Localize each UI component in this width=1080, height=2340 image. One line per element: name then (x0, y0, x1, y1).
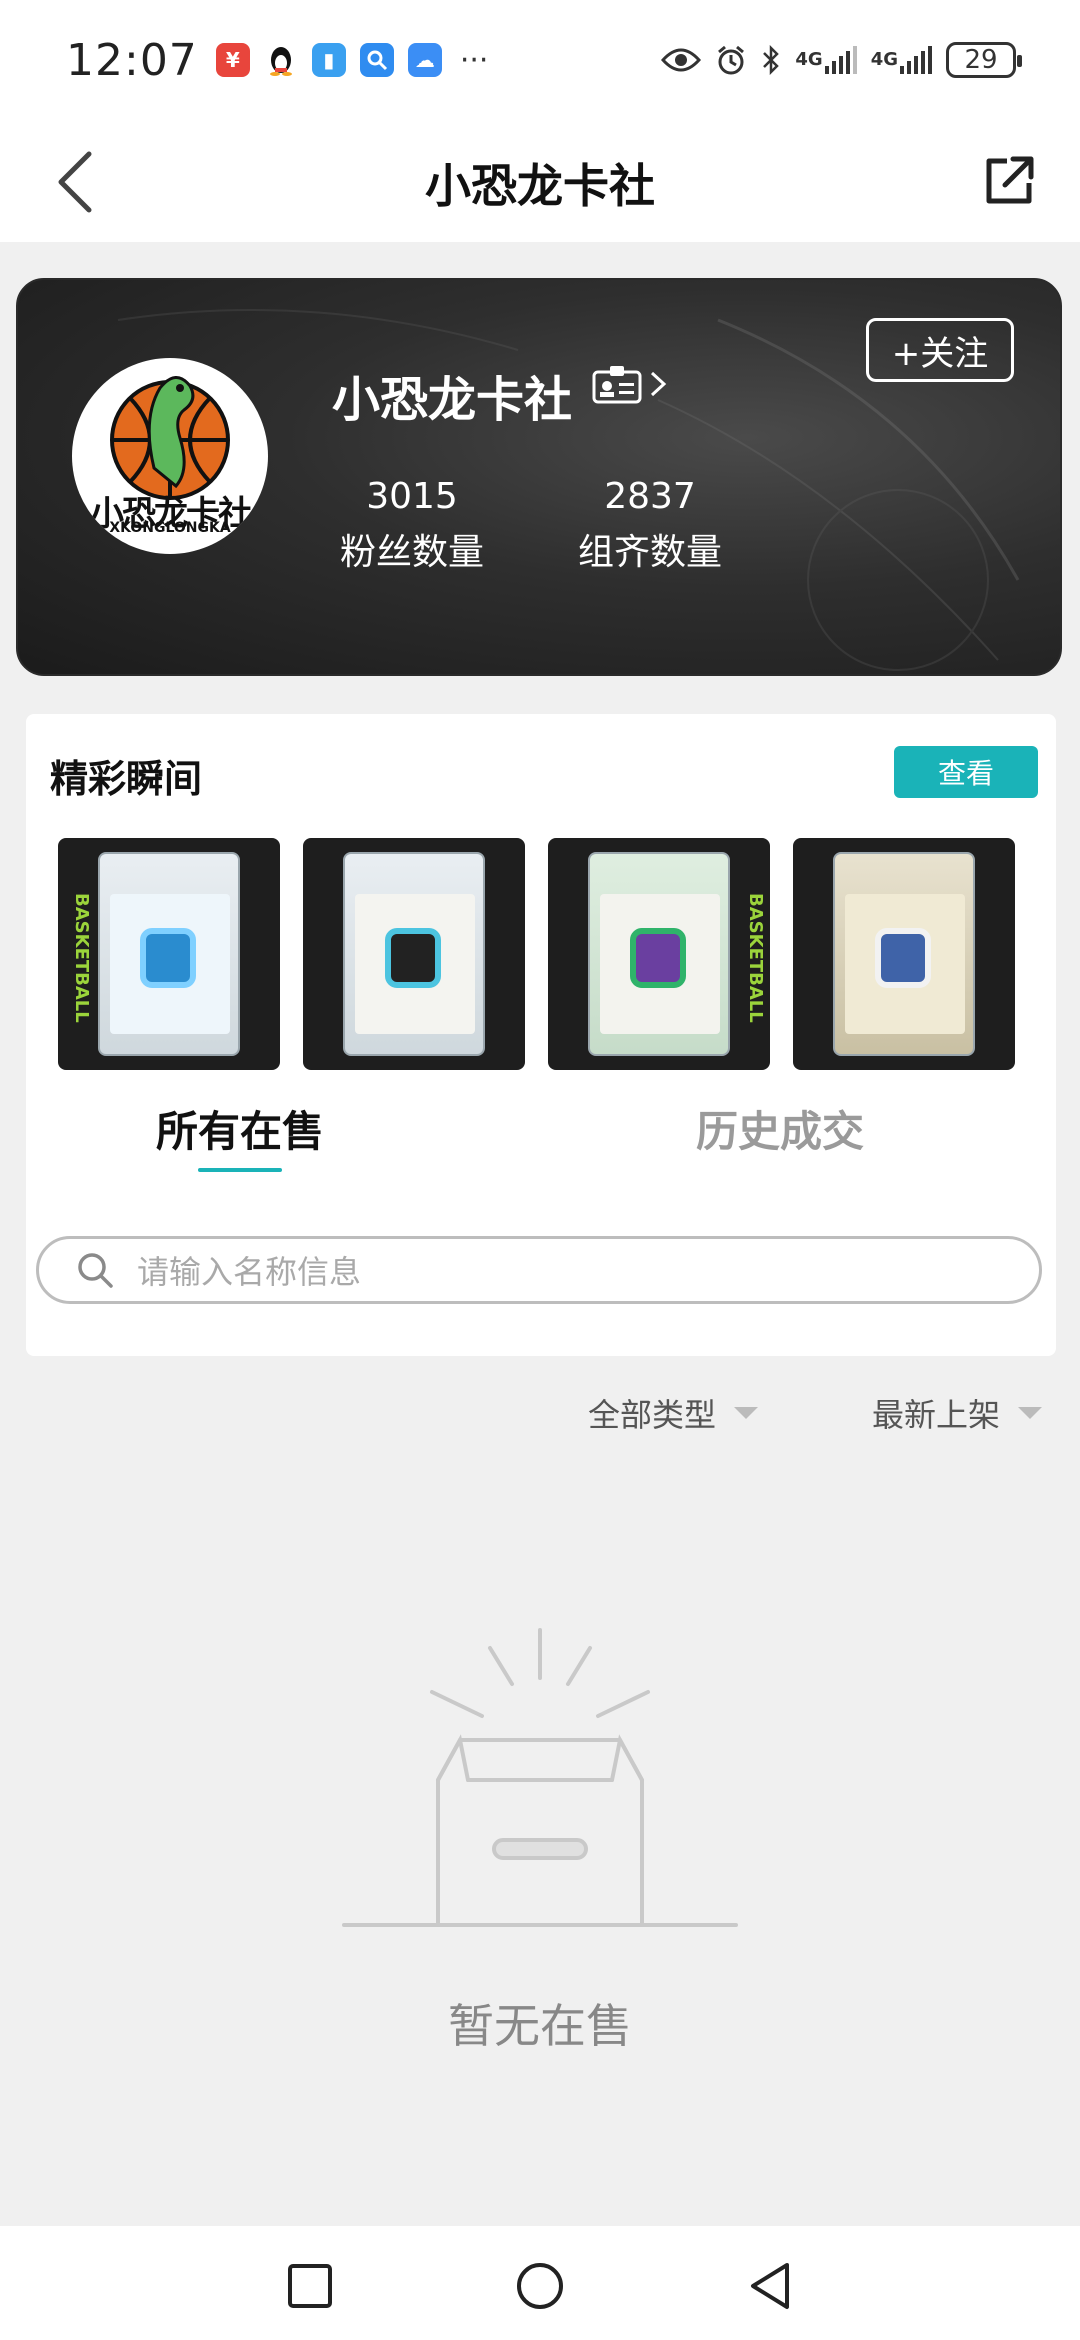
avatar-subtext: XKONGLONGKA (109, 520, 231, 536)
shop-info-link[interactable] (592, 364, 668, 404)
back-nav-button[interactable] (740, 2256, 800, 2316)
filter-bar: 全部类型 最新上架 (0, 1390, 1080, 1450)
status-time: 12:07 (66, 34, 198, 86)
caret-down-icon (734, 1407, 759, 1419)
shop-profile-card: 小恐龙卡社 XKONGLONGKA 小恐龙卡社 +关注 3015 粉丝数量 28… (16, 278, 1062, 676)
follow-button[interactable]: +关注 (866, 318, 1014, 382)
fans-count: 3015 (366, 476, 458, 517)
listing-tabs: 所有在售 历史成交 (26, 1098, 1056, 1208)
square-icon (288, 2264, 332, 2308)
notification-icons: ¥ ▮ ☁ ··· (215, 42, 489, 78)
alarm-icon (715, 44, 747, 76)
view-highlights-button[interactable]: 查看 (894, 746, 1038, 798)
battery-icon: 29 (946, 42, 1022, 78)
sets-stat[interactable]: 2837 组齐数量 (570, 476, 730, 575)
tab-transaction-history[interactable]: 历史成交 (696, 1098, 864, 1159)
search-app-icon (359, 43, 394, 77)
highlight-thumbnail[interactable] (793, 838, 1015, 1070)
sets-count: 2837 (604, 476, 696, 517)
sort-dropdown[interactable]: 最新上架 (872, 1390, 1043, 1436)
red-packet-icon: ¥ (215, 43, 250, 77)
system-status: 4G 4G 29 (661, 42, 1022, 78)
chevron-right-icon (650, 371, 667, 397)
recent-apps-button[interactable] (280, 2256, 340, 2316)
circle-icon (517, 2263, 563, 2309)
highlights-title: 精彩瞬间 (50, 757, 203, 801)
weather-icon: ☁ (407, 43, 442, 77)
search-icon (78, 1253, 113, 1288)
app-icon-blue: ▮ (311, 43, 346, 77)
highlights-gallery: BASKETBALL BASKETBALL (58, 838, 1015, 1070)
empty-state-text: 暂无在售 (448, 1999, 632, 2053)
fans-stat[interactable]: 3015 粉丝数量 (332, 476, 492, 575)
share-button[interactable] (974, 146, 1044, 216)
sets-label: 组齐数量 (577, 532, 722, 573)
shop-content-card: 精彩瞬间 查看 BASKETBALL BASKETBALL 所有在售 历史成交 … (26, 714, 1056, 1356)
highlight-thumbnail[interactable] (303, 838, 525, 1070)
tab-all-on-sale[interactable]: 所有在售 (156, 1098, 324, 1159)
bluetooth-icon (761, 45, 781, 75)
signal-icon-2: 4G (871, 46, 932, 74)
signal-icon-1: 4G (795, 46, 857, 74)
qq-penguin-icon (263, 43, 298, 77)
shop-name: 小恐龙卡社 (332, 372, 573, 428)
more-notifications-icon: ··· (459, 42, 489, 78)
fans-label: 粉丝数量 (339, 532, 484, 573)
sort-label: 最新上架 (872, 1396, 1001, 1434)
page-title: 小恐龙卡社 (425, 159, 655, 213)
highlight-thumbnail[interactable]: BASKETBALL (58, 838, 280, 1070)
home-button[interactable] (510, 2256, 570, 2316)
search-input[interactable]: 请输入名称信息 (36, 1236, 1042, 1304)
highlight-thumbnail[interactable]: BASKETBALL (548, 838, 770, 1070)
active-tab-indicator (198, 1168, 282, 1172)
app-header: 小恐龙卡社 (0, 120, 1080, 242)
eye-icon (661, 46, 702, 74)
caret-down-icon (1018, 1407, 1043, 1419)
empty-box-icon (342, 1628, 738, 1927)
status-bar: 12:07 ¥ ▮ ☁ ··· 4G 4G 29 (0, 0, 1080, 120)
type-filter-dropdown[interactable]: 全部类型 (588, 1390, 759, 1436)
id-card-icon (592, 366, 642, 404)
shop-avatar[interactable]: 小恐龙卡社 XKONGLONGKA (72, 358, 268, 554)
system-navigation-bar (0, 2226, 1080, 2340)
triangle-back-icon (751, 2263, 789, 2309)
share-external-icon (986, 156, 1034, 204)
type-filter-label: 全部类型 (588, 1396, 717, 1434)
search-placeholder: 请输入名称信息 (137, 1253, 362, 1291)
